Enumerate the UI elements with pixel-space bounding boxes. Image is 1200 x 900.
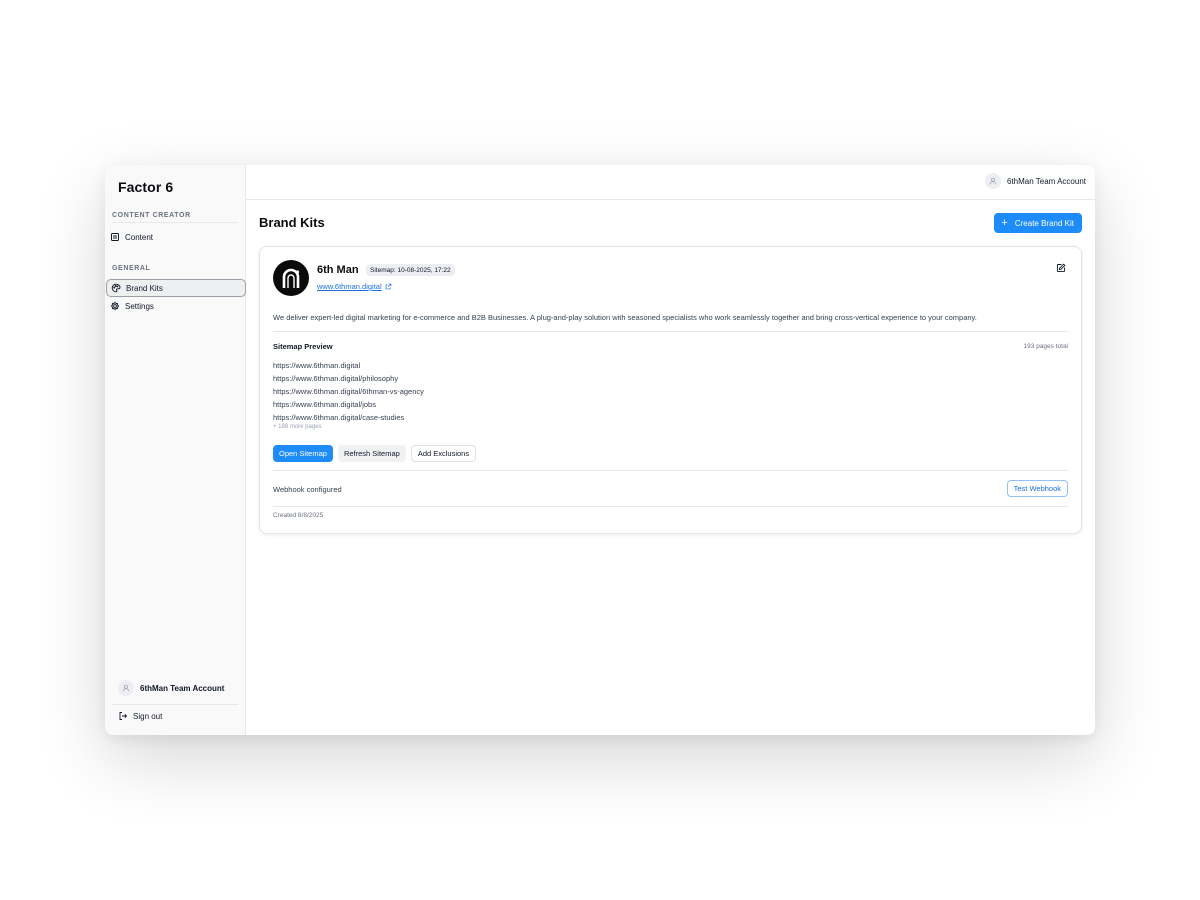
sitemap-list: https://www.6thman.digital https://www.6… [273, 359, 424, 424]
webhook-status: Webhook configured [273, 485, 342, 494]
sidebar-footer-divider [112, 704, 238, 705]
brand-description: We deliver expert-led digital marketing … [273, 313, 977, 322]
brand-website-text: www.6thman.digital [317, 282, 382, 291]
sidebar-item-label: Brand Kits [126, 283, 163, 293]
topbar-account-name: 6thMan Team Account [1006, 176, 1086, 186]
sitemap-url: https://www.6thman.digital [273, 361, 361, 370]
pages-total: 193 pages total [1023, 343, 1068, 350]
sidebar-item-label: Settings [125, 301, 154, 311]
avatar [118, 680, 134, 696]
sidebar-account[interactable]: 6thMan Team Account [118, 680, 224, 696]
user-icon [122, 684, 130, 692]
app-title: Factor 6 [118, 179, 174, 195]
main-content: 6thMan Team Account Brand Kits + Create … [246, 165, 1095, 735]
edit-icon[interactable] [1056, 263, 1066, 273]
sitemap-date-badge: Sitemap: 10-08-2025, 17:22 [366, 264, 455, 276]
topbar-account-menu[interactable]: 6thMan Team Account [984, 173, 1086, 189]
sitemap-actions: Open Sitemap Refresh Sitemap Add Exclusi… [273, 445, 477, 462]
sidebar-item-brand-kits[interactable]: Brand Kits [106, 279, 246, 297]
create-brand-kit-label: Create Brand Kit [1014, 218, 1074, 228]
signout-button[interactable]: Sign out [118, 711, 162, 721]
add-exclusions-button[interactable]: Add Exclusions [410, 445, 477, 462]
topbar: 6thMan Team Account [246, 165, 1095, 200]
brand-logo-mark-icon [282, 268, 300, 288]
sidebar-account-name: 6thMan Team Account [140, 683, 225, 693]
card-divider [273, 470, 1068, 471]
create-brand-kit-button[interactable]: + Create Brand Kit [994, 213, 1082, 233]
sidebar-item-content[interactable]: Content [106, 228, 246, 246]
created-date: Created 8/8/2025 [273, 512, 324, 519]
avatar [984, 173, 1001, 189]
open-sitemap-button[interactable]: Open Sitemap [273, 445, 333, 462]
brand-website-link[interactable]: www.6thman.digital [317, 282, 392, 291]
sitemap-url: https://www.6thman.digital/philosophy [273, 374, 399, 383]
palette-icon [111, 283, 121, 293]
section-label-general: GENERAL [112, 265, 151, 272]
sitemap-url: https://www.6thman.digital/jobs [273, 400, 376, 409]
logout-icon [118, 711, 128, 721]
user-icon [989, 177, 997, 185]
card-divider [273, 506, 1068, 507]
brand-kit-card: 6th Man Sitemap: 10-08-2025, 17:22 www.6… [259, 246, 1082, 534]
external-link-icon [385, 283, 392, 290]
document-icon [110, 232, 120, 242]
page-title: Brand Kits [259, 215, 325, 230]
sidebar-item-settings[interactable]: Settings [106, 297, 246, 315]
refresh-sitemap-button[interactable]: Refresh Sitemap [337, 445, 406, 462]
gear-icon [110, 301, 120, 311]
sidebar-item-label: Content [125, 232, 154, 242]
sitemap-preview-title: Sitemap Preview [273, 342, 333, 351]
app-window: Factor 6 CONTENT CREATOR Content GENERAL [105, 165, 1095, 735]
test-webhook-button[interactable]: Test Webhook [1006, 480, 1068, 497]
sidebar: Factor 6 CONTENT CREATOR Content GENERAL [105, 165, 246, 735]
sitemap-url: https://www.6thman.digital/6thman-vs-age… [273, 387, 424, 396]
brand-logo [273, 260, 309, 296]
card-divider [273, 331, 1068, 332]
section-divider [112, 222, 238, 223]
brand-name: 6th Man [317, 264, 359, 276]
sitemap-url: https://www.6thman.digital/case-studies [273, 413, 405, 422]
signout-label: Sign out [133, 711, 163, 721]
more-pages-count: + 188 more pages [273, 424, 322, 430]
plus-icon: + [1001, 216, 1008, 229]
section-label-content-creator: CONTENT CREATOR [112, 212, 191, 219]
